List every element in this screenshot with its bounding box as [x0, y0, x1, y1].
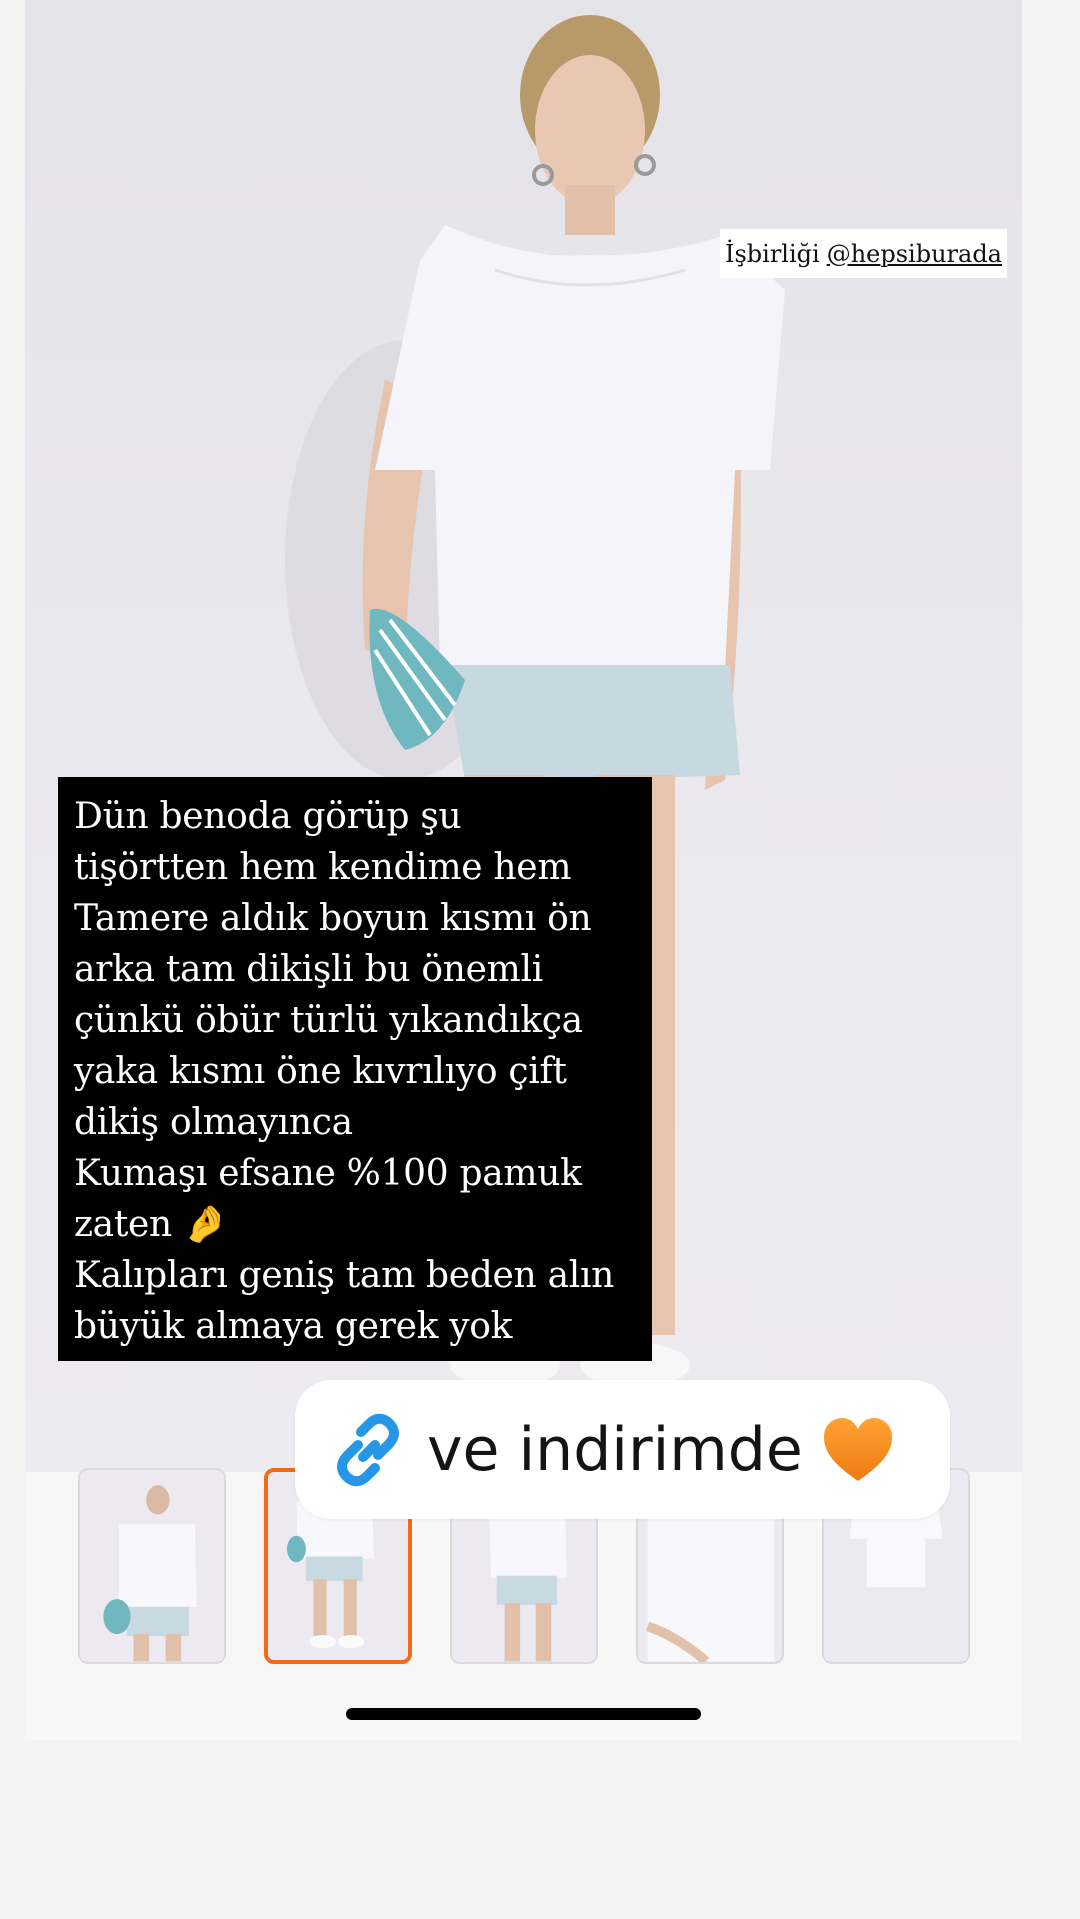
caption-line: Dün benoda görüp şu — [74, 796, 462, 837]
caption-line: Kumaşı efsane %100 pamuk — [74, 1153, 582, 1194]
caption-line: çünkü öbür türlü yıkandıkça — [74, 1000, 583, 1041]
caption-line: zaten 🤌 — [74, 1204, 228, 1245]
collab-label: İşbirliği — [725, 239, 820, 268]
collab-handle-link[interactable]: @hepsiburada — [827, 240, 1002, 268]
caption-line: tişörtten hem kendime hem — [74, 847, 572, 888]
orange-heart-icon — [823, 1417, 892, 1481]
caption-line: dikiş olmayınca — [74, 1102, 353, 1143]
link-icon — [337, 1413, 399, 1486]
link-sticker[interactable]: ve indirimde — [295, 1380, 950, 1519]
caption-line: arka tam dikişli bu önemli — [74, 949, 543, 990]
link-sticker-text: ve indirimde — [427, 1414, 803, 1485]
caption-line: Kalıpları geniş tam beden alın — [74, 1255, 615, 1296]
collab-sticker[interactable]: İşbirliği @hepsiburada — [720, 229, 1007, 278]
caption-line: Tamere aldık boyun kısmı ön — [74, 898, 592, 939]
home-indicator[interactable] — [346, 1708, 701, 1720]
caption-text-box: Dün benoda görüp şu tişörtten hem kendim… — [58, 777, 652, 1361]
caption-line: büyük almaya gerek yok — [74, 1306, 513, 1347]
thumbnail-1[interactable] — [78, 1468, 226, 1664]
caption-line: yaka kısmı öne kıvrılıyo çift — [74, 1051, 567, 1092]
